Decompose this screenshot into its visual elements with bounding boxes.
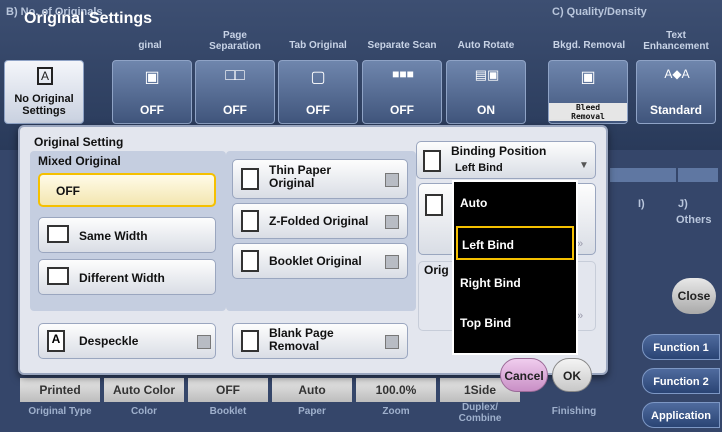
same-width-icon [47,225,69,243]
zoom-value[interactable]: 100.0% [356,378,436,402]
tile3-value: OFF [223,103,247,117]
tab-page-icon: ▢ [310,69,326,86]
tile4-value: OFF [306,103,330,117]
bkgd-removal-tile[interactable]: ▣ Bleed Removal [548,60,628,124]
function1-button[interactable]: Function 1 [642,334,720,360]
blank-page-checkbox[interactable] [385,335,399,349]
mixed-original-tile[interactable]: ▣ OFF [112,60,192,124]
separate-scan-icon: ■■■ [392,67,414,81]
binding-option-top[interactable]: Top Bind [456,306,574,340]
paper-value[interactable]: Auto [272,378,352,402]
col-text-enhancement: Text Enhancement [643,30,709,52]
z-folded-checkbox[interactable] [385,215,399,229]
mixed-original-heading: Mixed Original [38,154,121,168]
blank-page-removal-button[interactable]: Blank Page Removal [232,323,408,359]
binding-position-value: Left Bind [455,162,503,174]
col-page-separation: Page Separation [209,30,261,52]
auto-rotate-tile[interactable]: ▤▣ ON [446,60,526,124]
despeckle-button[interactable]: A Despeckle [38,323,216,359]
booklet-value[interactable]: OFF [188,378,268,402]
col-separate-scan: Separate Scan [367,40,437,51]
binding-option-right[interactable]: Right Bind [456,266,574,300]
same-width-label: Same Width [79,229,148,243]
col-auto-rotate: Auto Rotate [457,40,515,51]
booklet-original-button[interactable]: Booklet Original [232,243,408,279]
original-setting-heading: Original Setting [34,135,124,149]
bkgd-removal-icon: ▣ [580,69,596,86]
original-type-value[interactable]: Printed [20,378,100,402]
booklet-label: Booklet [209,406,247,417]
bleed-removal-text: Bleed Removal [549,103,627,121]
auto-rotate-icon: ▤▣ [474,67,500,82]
thin-paper-icon [241,168,259,190]
color-value[interactable]: Auto Color [104,378,184,402]
binding-position-select[interactable]: Binding Position Left Bind ▼ [416,141,596,179]
function2-button[interactable]: Function 2 [642,368,720,394]
different-width-button[interactable]: Different Width [38,259,216,295]
col-mixed-original: ginal [138,40,162,51]
different-width-label: Different Width [79,271,165,285]
despeckle-label: Despeckle [79,334,139,348]
ok-button[interactable]: OK [552,358,592,392]
no-original-settings-tile[interactable]: A No Original Settings [4,60,84,124]
booklet-icon [241,250,259,272]
same-width-button[interactable]: Same Width [38,217,216,253]
j-label: J) [678,198,688,210]
binding-position-label: Binding Position [451,144,547,158]
zoom-label: Zoom [382,406,410,417]
dialog-title: Original Settings [24,10,153,27]
close-button[interactable]: Close [672,278,716,314]
duplex-label: Duplex/ Combine [458,402,502,424]
original-a-icon: A [37,67,53,85]
paper-label: Paper [298,406,326,417]
text-enhancement-icon: A◆A [664,67,690,81]
separate-scan-value: OFF [390,103,414,117]
z-folded-button[interactable]: Z-Folded Original [232,203,408,239]
z-folded-icon [241,210,259,232]
page-separation-tile[interactable]: □□ OFF [195,60,275,124]
thin-paper-label: Thin Paper Original [269,163,332,190]
thin-paper-button[interactable]: Thin Paper Original [232,159,408,199]
i-label: I) [638,198,645,210]
chevron-down-icon: ▼ [579,160,589,171]
col-bkgd-removal: Bkgd. Removal [552,40,626,51]
cancel-button[interactable]: Cancel [500,358,548,392]
right-key-3 [678,168,718,182]
booklet-checkbox[interactable] [385,255,399,269]
thin-paper-checkbox[interactable] [385,173,399,187]
binding-icon [423,150,441,172]
tab-original-tile[interactable]: ▢ OFF [278,60,358,124]
text-enhancement-value: Standard [649,103,702,117]
tile2-value: OFF [140,103,164,117]
col-tab-original: Tab Original [289,40,347,51]
despeckle-checkbox[interactable] [197,335,211,349]
binding-option-auto[interactable]: Auto [456,186,574,220]
auto-rotate-value: ON [477,103,495,117]
binding-dropdown: Auto Left Bind Right Bind Top Bind [452,180,578,355]
booklet-original-label: Booklet Original [269,254,362,268]
mixed-off-button[interactable]: OFF [38,173,216,207]
section-c-label: C) Quality/Density [552,6,647,18]
binding-option-left[interactable]: Left Bind [456,226,574,260]
z-folded-label: Z-Folded Original [269,214,369,228]
no-original-settings-label: No Original Settings [14,93,74,117]
others-label: Others [676,214,712,226]
application-button[interactable]: Application [642,402,720,428]
blank-page-removal-label: Blank Page Removal [269,326,334,353]
pages-icon: □□ [225,67,245,84]
right-key-2 [640,168,676,182]
blank-page-icon [241,330,259,352]
text-enhancement-tile[interactable]: A◆A Standard [636,60,716,124]
finishing-label: Finishing [551,406,597,417]
original-type-label: Original Type [28,406,92,417]
despeckle-icon: A [47,330,65,352]
different-width-icon [47,267,69,285]
color-label: Color [130,406,158,417]
separate-scan-tile[interactable]: ■■■ OFF [362,60,442,124]
binding-page-icon [425,194,443,216]
book-icon: ▣ [144,69,160,86]
right-key-1 [610,168,640,182]
mixed-off-label: OFF [56,184,80,198]
